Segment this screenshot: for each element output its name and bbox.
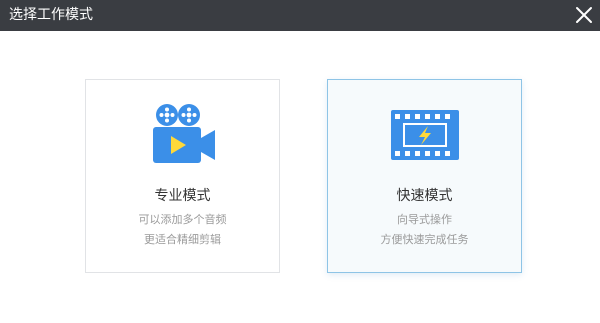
title-bar: 选择工作模式: [0, 0, 600, 31]
dialog-title: 选择工作模式: [9, 7, 93, 23]
pro-mode-desc-line1: 可以添加多个音频: [138, 213, 227, 226]
video-camera-icon: [143, 100, 223, 176]
quick-mode-title: 快速模式: [396, 188, 453, 204]
close-icon: [576, 7, 592, 23]
pro-mode-card[interactable]: 专业模式 可以添加多个音频 更适合精细剪辑: [85, 79, 280, 273]
mode-select-dialog: 选择工作模式 专业模式 可以添加多个音频 更适合精细剪辑 快速模式 向导式操作 …: [0, 0, 600, 323]
quick-mode-card[interactable]: 快速模式 向导式操作 方便快速完成任务: [327, 79, 522, 273]
close-button[interactable]: [571, 2, 597, 28]
film-strip-lightning-icon: [385, 100, 465, 176]
quick-mode-desc-line1: 向导式操作: [397, 213, 452, 226]
pro-mode-title: 专业模式: [154, 188, 211, 204]
quick-mode-desc-line2: 方便快速完成任务: [380, 233, 469, 246]
pro-mode-desc-line2: 更适合精细剪辑: [144, 233, 221, 246]
